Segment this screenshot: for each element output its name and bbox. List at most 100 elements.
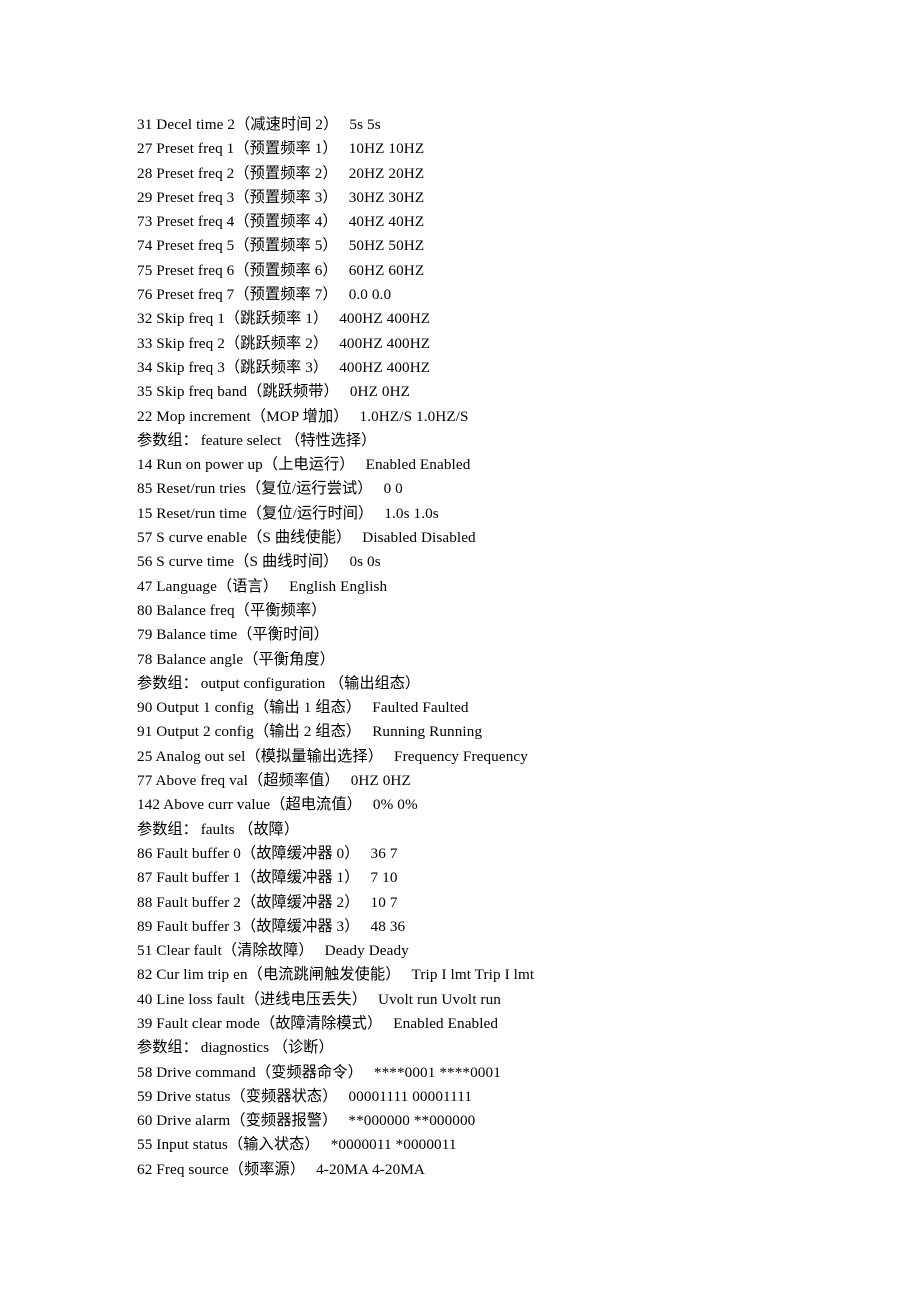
document-page: 31 Decel time 2（减速时间 2） 5s 5s 27 Preset fr…: [0, 0, 920, 1302]
parameter-row: 22 Mop increment（MOP 增加） 1.0HZ/S 1.0HZ/S: [137, 405, 920, 429]
parameter-name-cn: （语言）: [216, 577, 279, 595]
parameter-name: Reset/run time: [156, 504, 247, 522]
parameter-value: 0s 0s: [349, 553, 381, 571]
parameter-name-cn: （预置频率 3）: [234, 188, 338, 206]
parameter-index: 86: [137, 844, 153, 862]
parameter-name-cn: （平衡频率）: [234, 601, 327, 619]
parameter-name: Run on power up: [156, 456, 263, 474]
parameter-row: 77 Above freq val（超频率值） 0HZ 0HZ: [137, 769, 920, 793]
parameter-name: Line loss fault: [156, 990, 245, 1008]
parameter-value: Faulted Faulted: [372, 699, 469, 717]
parameter-name: Balance angle: [156, 650, 244, 668]
parameter-value: Enabled Enabled: [365, 456, 471, 474]
parameter-index: 33: [137, 334, 153, 352]
parameter-index: 51: [137, 942, 153, 960]
parameter-row: 33 Skip freq 2（跳跃频率 2） 400HZ 400HZ: [137, 332, 920, 356]
parameter-row: 76 Preset freq 7（预置频率 7） 0.0 0.0: [137, 283, 920, 307]
parameter-row: 89 Fault buffer 3（故障缓冲器 3） 48 36: [137, 915, 920, 939]
parameter-row: 85 Reset/run tries（复位/运行尝试） 0 0: [137, 477, 920, 501]
parameter-value: Running Running: [372, 723, 483, 741]
parameter-index: 62: [137, 1160, 153, 1178]
parameter-value: ****0001 ****0001: [373, 1063, 501, 1081]
parameter-value: 7 10: [370, 869, 398, 887]
parameter-value: Enabled Enabled: [393, 1014, 499, 1032]
parameter-row: 15 Reset/run time（复位/运行时间） 1.0s 1.0s: [137, 502, 920, 526]
parameter-name: Skip freq 2: [156, 334, 225, 352]
parameter-index: 91: [137, 723, 153, 741]
parameter-name: Output 2 config: [156, 723, 254, 741]
parameter-index: 77: [137, 772, 153, 790]
parameter-value: 10HZ 10HZ: [348, 140, 425, 158]
parameter-name-cn: （变频器报警）: [230, 1112, 338, 1130]
parameter-value: 0HZ 0HZ: [349, 383, 411, 401]
parameter-name-cn: （S 曲线时间）: [234, 553, 339, 571]
parameter-value: 400HZ 400HZ: [339, 358, 431, 376]
parameter-index: 39: [137, 1014, 153, 1032]
parameter-row: 25 Analog out sel（模拟量输出选择） Frequency Freq…: [137, 745, 920, 769]
parameter-name: Preset freq 1: [156, 140, 235, 158]
parameter-index: 79: [137, 626, 153, 644]
parameter-value: Trip I lmt Trip I lmt: [411, 966, 535, 984]
group-name: diagnostics: [200, 1039, 270, 1057]
parameter-name: S curve enable: [156, 529, 248, 547]
parameter-name: Fault buffer 1: [156, 869, 241, 887]
group-label: 参数组：: [137, 674, 198, 692]
parameter-name: Fault buffer 0: [156, 844, 241, 862]
parameter-name: Above freq val: [155, 772, 248, 790]
parameter-index: 85: [137, 480, 153, 498]
parameter-name: Mop increment: [156, 407, 251, 425]
parameter-name: Preset freq 4: [156, 213, 235, 231]
parameter-value: **000000 **000000: [348, 1112, 476, 1130]
parameter-row: 142 Above curr value（超电流值） 0% 0%: [137, 793, 920, 817]
parameter-value: *0000011 *0000011: [330, 1136, 457, 1154]
parameter-name-cn: （故障缓冲器 1）: [240, 869, 360, 887]
parameter-row: 86 Fault buffer 0（故障缓冲器 0） 36 7: [137, 842, 920, 866]
parameter-row: 39 Fault clear mode（故障清除模式） Enabled Enabl…: [137, 1012, 920, 1036]
parameter-name-cn: （超频率值）: [247, 772, 340, 790]
parameter-value: Disabled Disabled: [362, 529, 476, 547]
parameter-row: 57 S curve enable（S 曲线使能） Disabled Disabl…: [137, 526, 920, 550]
parameter-value: 36 7: [370, 844, 398, 862]
parameter-row: 27 Preset freq 1（预置频率 1） 10HZ 10HZ: [137, 137, 920, 161]
parameter-row: 47 Language（语言） English English: [137, 575, 920, 599]
parameter-name-cn: （故障缓冲器 0）: [240, 844, 360, 862]
parameter-index: 73: [137, 213, 153, 231]
parameter-index: 82: [137, 966, 153, 984]
parameter-group-heading: 参数组： diagnostics （诊断）: [137, 1036, 920, 1060]
parameter-index: 47: [137, 577, 153, 595]
parameter-row: 40 Line loss fault（进线电压丢失） Uvolt run Uvol…: [137, 988, 920, 1012]
parameter-value: 400HZ 400HZ: [339, 334, 431, 352]
parameter-value: 50HZ 50HZ: [348, 237, 425, 255]
parameter-row: 91 Output 2 config（输出 2 组态） Running Runni…: [137, 720, 920, 744]
parameter-value: 0% 0%: [372, 796, 418, 814]
parameter-name: Balance time: [156, 626, 238, 644]
group-name-cn: （输出组态）: [328, 674, 421, 692]
parameter-index: 60: [137, 1112, 153, 1130]
parameter-name: Skip freq band: [156, 383, 248, 401]
parameter-name: Skip freq 3: [156, 358, 225, 376]
parameter-name: S curve time: [156, 553, 235, 571]
parameter-name: Preset freq 5: [156, 237, 235, 255]
parameter-index: 29: [137, 188, 153, 206]
parameter-index: 31: [137, 116, 153, 133]
parameter-name-cn: （变频器命令）: [255, 1063, 363, 1081]
parameter-row: 29 Preset freq 3（预置频率 3） 30HZ 30HZ: [137, 186, 920, 210]
parameter-name-cn: （复位/运行尝试）: [245, 480, 373, 498]
parameter-name: Analog out sel: [155, 747, 246, 765]
parameter-row: 62 Freq source（频率源） 4-20MA 4-20MA: [137, 1158, 920, 1182]
parameter-name: Preset freq 7: [156, 286, 235, 304]
parameter-value: 00001111 00001111: [348, 1087, 473, 1105]
parameter-name-cn: （电流跳闸触发使能）: [247, 966, 401, 984]
parameter-value: 0 0: [383, 480, 403, 498]
parameter-name: Output 1 config: [156, 699, 254, 717]
parameter-name-cn: （输出 1 组态）: [253, 699, 362, 717]
parameter-group-heading: 参数组： output configuration （输出组态）: [137, 672, 920, 696]
parameter-index: 35: [137, 383, 153, 401]
parameter-group-heading: 参数组： faults （故障）: [137, 818, 920, 842]
parameter-index: 40: [137, 990, 153, 1008]
parameter-row: 82 Cur lim trip en（电流跳闸触发使能） Trip I lmt T…: [137, 963, 920, 987]
parameter-name: Input status: [156, 1136, 228, 1154]
parameter-name: Preset freq 6: [156, 261, 235, 279]
parameter-row: 75 Preset freq 6（预置频率 6） 60HZ 60HZ: [137, 259, 920, 283]
parameter-row: 14 Run on power up（上电运行） Enabled Enabled: [137, 453, 920, 477]
